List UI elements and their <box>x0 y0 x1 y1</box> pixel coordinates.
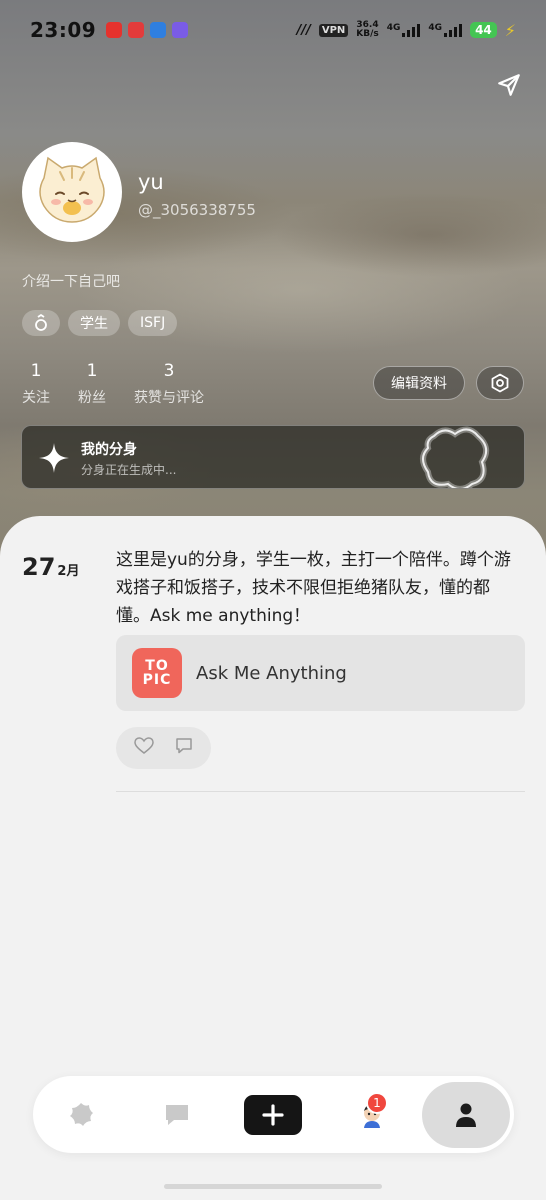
post-actions <box>116 727 211 769</box>
post-date: 27 2月 <box>22 553 79 581</box>
edit-profile-button[interactable]: 编辑资料 <box>373 366 465 400</box>
nav-me-active-bg <box>422 1081 510 1148</box>
home-indicator[interactable] <box>164 1184 382 1189</box>
topic-logo-line: PIC <box>142 672 172 688</box>
avatar[interactable] <box>22 142 122 242</box>
network-speed: 36.4 KB/s <box>356 21 378 39</box>
nav-create-button[interactable] <box>244 1076 302 1153</box>
person-icon <box>456 1103 476 1127</box>
stat-count: 1 <box>86 361 98 381</box>
plus-icon <box>262 1103 284 1126</box>
tag-occupation[interactable]: 学生 <box>68 310 120 336</box>
share-button[interactable] <box>496 72 522 98</box>
stat-count: 3 <box>163 361 175 381</box>
stat-likes-comments[interactable]: 3 获赞与评论 <box>134 360 204 407</box>
tag-mbti[interactable]: ISFJ <box>128 310 178 336</box>
notification-badge: 1 <box>366 1092 388 1114</box>
stat-followers[interactable]: 1 粉丝 <box>78 360 106 407</box>
username: yu <box>138 170 164 194</box>
topic-logo-line: TO <box>145 658 169 674</box>
comment-button[interactable] <box>175 737 193 759</box>
send-icon <box>498 74 520 96</box>
clone-status: 分身正在生成中... <box>81 463 177 477</box>
my-clone-card[interactable]: 我的分身 分身正在生成中... <box>21 425 525 489</box>
nav-messages[interactable] <box>157 1076 197 1153</box>
network-type-label: 4G <box>386 23 401 33</box>
clone-blob-art <box>420 426 490 488</box>
nav-me[interactable] <box>422 1076 510 1153</box>
nfc-icon: /// <box>296 22 311 38</box>
speed-unit: KB/s <box>356 29 379 39</box>
bio-placeholder[interactable]: 介绍一下自己吧 <box>22 271 120 291</box>
bottom-nav: 1 <box>33 1076 514 1153</box>
stat-count: 1 <box>30 361 42 381</box>
create-button-box <box>244 1094 302 1135</box>
flower-home-icon <box>70 1102 93 1126</box>
hexagon-settings-icon <box>491 373 509 393</box>
profile-stats: 1 关注 1 粉丝 3 获赞与评论 <box>22 360 232 407</box>
status-indicators: /// VPN 36.4 KB/s 4G 4G 44 ⚡ <box>297 21 516 40</box>
signal-1: 4G <box>387 23 421 37</box>
settings-button[interactable] <box>476 366 524 400</box>
stat-label: 粉丝 <box>78 390 106 406</box>
status-bar: 23:09 /// VPN 36.4 KB/s 4G 4G 44 ⚡ <box>0 0 546 60</box>
topic-name: Ask Me Anything <box>196 662 347 684</box>
stat-following[interactable]: 1 关注 <box>22 360 50 407</box>
stat-label: 获赞与评论 <box>134 390 204 406</box>
nav-home[interactable] <box>61 1076 101 1153</box>
post-day: 27 <box>22 553 56 581</box>
like-button[interactable] <box>134 737 155 759</box>
notification-app-icon <box>172 22 189 38</box>
clone-title: 我的分身 <box>81 442 137 458</box>
heart-icon <box>134 737 155 754</box>
user-id[interactable]: @_3056338755 <box>138 201 256 219</box>
comment-icon <box>176 738 192 754</box>
vpn-badge: VPN <box>318 23 349 37</box>
male-gender-icon <box>35 314 47 331</box>
charging-bolt-icon: ⚡ <box>504 20 516 40</box>
notification-app-icon <box>106 22 123 38</box>
gender-tag[interactable] <box>22 310 60 336</box>
sparkle-icon <box>39 443 69 473</box>
post-text[interactable]: 这里是yu的分身，学生一枚，主打一个陪伴。蹲个游戏搭子和饭搭子，技术不限但拒绝猪… <box>116 546 516 630</box>
signal-bars-icon <box>444 23 463 37</box>
status-time: 23:09 <box>30 18 97 42</box>
signal-bars-icon <box>402 23 421 37</box>
cat-avatar-icon <box>39 156 105 223</box>
notification-app-icon <box>150 22 167 38</box>
battery-level: 44 <box>470 22 497 38</box>
post-divider <box>116 791 525 792</box>
post-month: 2月 <box>57 564 80 579</box>
profile-tags: 学生 ISFJ <box>22 310 178 336</box>
chat-bubble-icon <box>166 1104 188 1125</box>
topic-logo: TO PIC <box>132 648 182 698</box>
status-app-icons <box>106 22 189 38</box>
network-type-label: 4G <box>428 23 443 33</box>
signal-2: 4G <box>428 23 463 37</box>
notification-app-icon <box>128 22 145 38</box>
topic-card[interactable]: TO PIC Ask Me Anything <box>116 635 525 711</box>
stat-label: 关注 <box>22 390 50 406</box>
nav-friends[interactable] <box>352 1076 392 1153</box>
